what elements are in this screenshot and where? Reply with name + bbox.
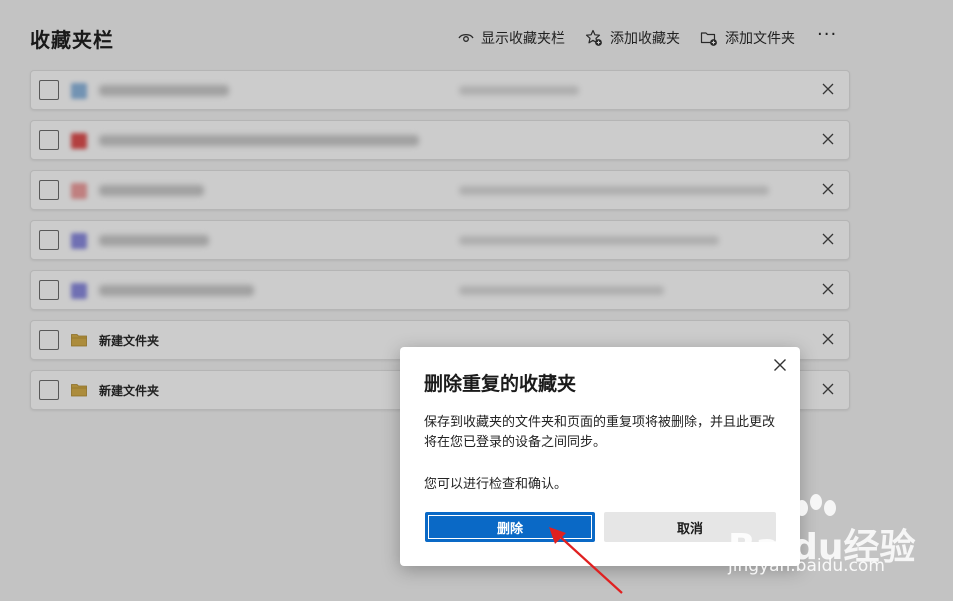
dialog-note: 您可以进行检查和确认。 [424,477,568,492]
dialog-title: 删除重复的收藏夹 [424,373,577,395]
close-icon[interactable] [772,357,788,373]
annotation-arrow-icon [549,527,623,594]
watermark-url: jingyan.baidu.com [728,556,885,576]
dialog-description: 保存到收藏夹的文件夹和页面的重复项将被删除，并且此更改将在您已登录的设备之间同步… [424,415,776,450]
baidu-jingyan-watermark: Baidu经验 jingyan.baidu.com [728,494,948,584]
